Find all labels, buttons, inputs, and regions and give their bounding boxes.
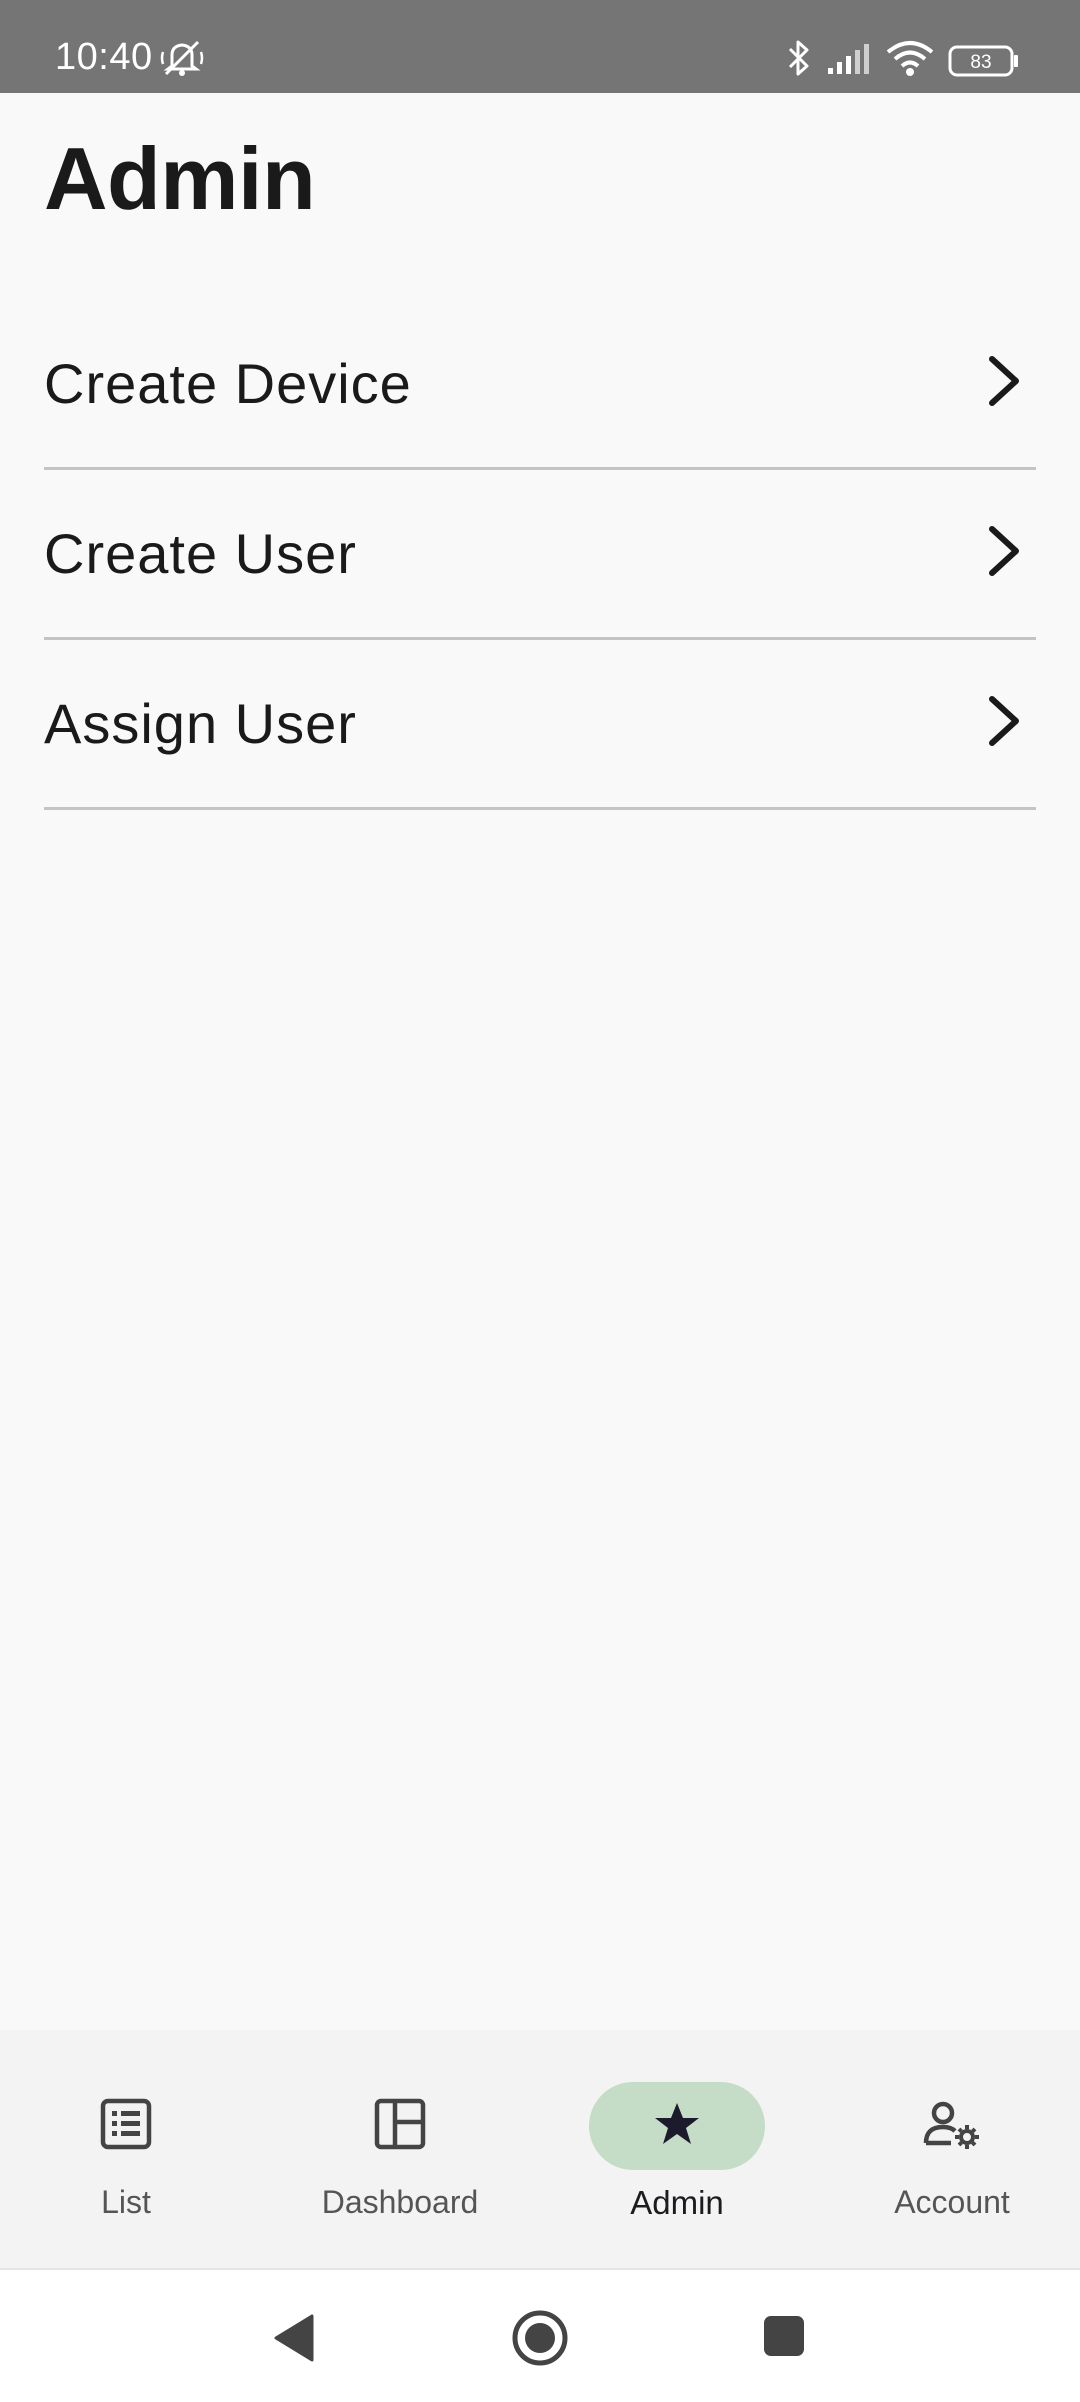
nav-label: Admin <box>630 2184 724 2221</box>
back-icon[interactable] <box>272 2312 316 2369</box>
signal-icon <box>826 42 876 81</box>
nav-pill-active <box>589 2082 765 2170</box>
page-title: Admin <box>44 129 316 228</box>
home-icon[interactable] <box>510 2308 570 2373</box>
nav-item-list[interactable]: List <box>6 2082 246 2262</box>
list-icon <box>99 2097 153 2156</box>
chevron-right-icon <box>984 353 1036 414</box>
nav-pill <box>864 2082 1040 2170</box>
dashboard-icon <box>373 2097 427 2156</box>
nav-item-dashboard[interactable]: Dashboard <box>280 2082 520 2262</box>
battery-level: 83 <box>970 52 991 73</box>
menu-item-label: Create Device <box>44 352 412 415</box>
nav-label: Dashboard <box>321 2184 479 2220</box>
nav-pill <box>312 2082 488 2170</box>
recents-icon[interactable] <box>762 2314 806 2363</box>
alarm-off-icon <box>158 38 206 83</box>
chevron-right-icon <box>984 523 1036 584</box>
nav-item-account[interactable]: Account <box>832 2082 1072 2262</box>
chevron-right-icon <box>984 693 1036 754</box>
bottom-navigation: List Dashboard Admin Account <box>0 2030 1080 2268</box>
bluetooth-icon <box>785 38 813 83</box>
nav-label: List <box>101 2184 151 2220</box>
wifi-icon <box>885 38 935 83</box>
nav-pill <box>38 2082 214 2170</box>
battery-icon: 83 <box>948 44 1020 83</box>
status-bar: 10:40 83 <box>0 0 1080 93</box>
admin-menu: Create Device Create User Assign User <box>44 300 1036 810</box>
star-icon <box>652 2099 702 2154</box>
nav-item-admin[interactable]: Admin <box>557 2082 797 2262</box>
account-settings-icon <box>923 2097 981 2156</box>
menu-item-label: Assign User <box>44 692 357 755</box>
menu-item-label: Create User <box>44 522 357 585</box>
create-user-item[interactable]: Create User <box>44 470 1036 640</box>
nav-label: Account <box>894 2184 1010 2220</box>
system-navigation-bar <box>0 2268 1080 2402</box>
assign-user-item[interactable]: Assign User <box>44 640 1036 810</box>
create-device-item[interactable]: Create Device <box>44 300 1036 470</box>
status-time: 10:40 <box>55 36 153 78</box>
